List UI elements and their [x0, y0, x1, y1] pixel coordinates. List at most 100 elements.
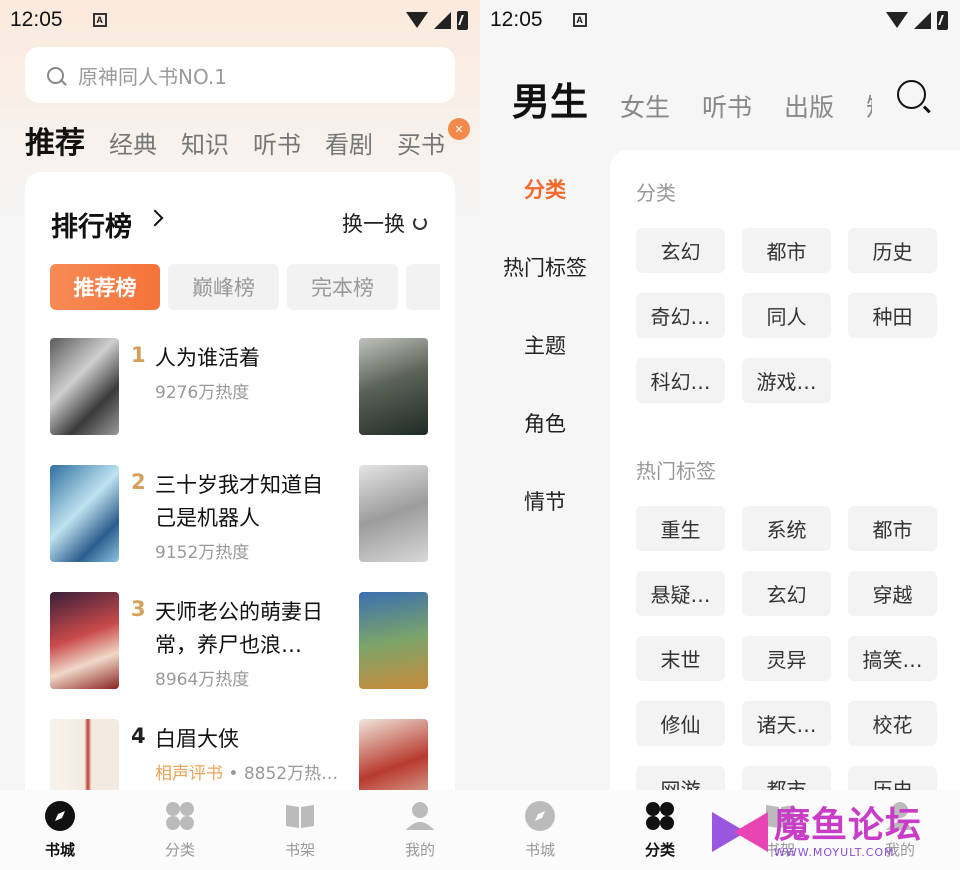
book-icon: [284, 800, 316, 832]
chevron-right-icon[interactable]: [146, 209, 164, 227]
tag-button[interactable]: 悬疑…: [636, 571, 725, 616]
book-cover: [50, 592, 119, 689]
tag-button[interactable]: 玄幻: [742, 571, 831, 616]
notification-a-icon: A: [572, 13, 587, 27]
book-title: 白眉大侠: [155, 727, 239, 751]
book-cover: [359, 338, 428, 435]
tab-classic[interactable]: 经典: [109, 125, 157, 168]
refresh-label: 换一换: [342, 212, 405, 236]
sidebar-item-category[interactable]: 分类: [480, 150, 610, 228]
book-title: 三十岁我才知道自己是机器人: [155, 473, 323, 530]
bottom-nav: 书城 分类 书架 我的: [0, 790, 480, 870]
nav-label: 分类: [644, 841, 675, 859]
book-heat-value: • 8852万热…: [223, 764, 339, 784]
nav-bookshelf[interactable]: 书架: [240, 790, 360, 870]
tab-buy-books[interactable]: 买书: [397, 125, 445, 168]
tag-button[interactable]: 系统: [742, 506, 831, 551]
sidebar-item-character[interactable]: 角色: [480, 384, 610, 462]
signal-icon: [434, 11, 451, 29]
rank-tab-peak[interactable]: 巅峰榜: [168, 264, 279, 310]
book-heat: 8964万热度: [155, 670, 250, 690]
list-item[interactable]: 2 三十岁我才知道自己是机器人 9152万热度: [50, 465, 455, 592]
nav-label: 书城: [44, 841, 75, 859]
tag-button[interactable]: 诸天…: [742, 701, 831, 746]
nav-bookstore[interactable]: 书城: [480, 790, 600, 870]
watermark-url: WWW.MOYULT.COM: [774, 845, 895, 859]
ranking-tabs: 推荐榜 巅峰榜 完本榜 口: [50, 264, 440, 312]
refresh-button[interactable]: 换一换: [342, 208, 427, 238]
tag-button[interactable]: 穿越: [848, 571, 937, 616]
sidebar-item-theme[interactable]: 主题: [480, 306, 610, 384]
grid-icon: [164, 800, 196, 832]
section-title: 热门标签: [636, 459, 716, 483]
tag-button[interactable]: 修仙: [636, 701, 725, 746]
tag-button[interactable]: 游戏…: [742, 358, 831, 403]
book-title: 人为谁活着: [155, 346, 260, 370]
nav-profile[interactable]: 我的: [360, 790, 480, 870]
tag-button[interactable]: 灵异: [742, 636, 831, 681]
tag-button[interactable]: 科幻…: [636, 358, 725, 403]
tag-button[interactable]: 都市: [848, 506, 937, 551]
nav-label: 分类: [164, 841, 195, 859]
tag-button[interactable]: 玄幻: [636, 228, 725, 273]
book-category: 相声评书: [155, 764, 223, 784]
nav-bookstore[interactable]: 书城: [0, 790, 120, 870]
sidebar-item-plot[interactable]: 情节: [480, 462, 610, 540]
book-title: 天师老公的萌妻日常，养尸也浪…: [155, 600, 323, 657]
rank-tab-completed[interactable]: 完本榜: [287, 264, 398, 310]
gender-tabs: 男生 女生 听书 出版 短: [512, 70, 872, 130]
book-cover: [359, 465, 428, 562]
tab-badge-icon: ✕: [448, 118, 470, 140]
tab-drama[interactable]: 看剧: [325, 125, 373, 168]
category-sidebar: 分类 热门标签 主题 角色 情节: [480, 150, 610, 540]
hot-tag-grid: 重生 系统 都市 悬疑… 玄幻 穿越 末世 灵异 搞笑… 修仙 诸天… 校花 网…: [636, 506, 946, 811]
nav-category[interactable]: 分类: [120, 790, 240, 870]
search-icon[interactable]: [897, 80, 926, 109]
tag-button[interactable]: 校花: [848, 701, 937, 746]
tab-knowledge[interactable]: 知识: [181, 125, 229, 168]
user-icon: [404, 800, 436, 832]
battery-icon: [937, 10, 948, 30]
tab-audiobook[interactable]: 听书: [702, 88, 752, 130]
book-cover: [359, 592, 428, 689]
tag-button[interactable]: 末世: [636, 636, 725, 681]
compass-icon: [524, 800, 556, 832]
tab-female[interactable]: 女生: [620, 88, 670, 130]
tag-button[interactable]: 同人: [742, 293, 831, 338]
tag-button[interactable]: 历史: [848, 228, 937, 273]
book-heat: 相声评书 • 8852万热…: [155, 759, 338, 784]
tag-button[interactable]: 种田: [848, 293, 937, 338]
list-item[interactable]: 1 人为谁活着 9276万热度: [50, 338, 455, 465]
ranking-list: 1 人为谁活着 9276万热度 2 三十岁我才知道自己是机器人 9152万热度 …: [50, 338, 455, 812]
rank-tab-more[interactable]: 口: [406, 264, 440, 310]
wifi-icon: [886, 12, 908, 28]
tag-button[interactable]: 奇幻…: [636, 293, 725, 338]
status-bar: 12:05 A: [0, 0, 480, 40]
tab-published[interactable]: 出版: [784, 88, 834, 130]
book-heat: 9276万热度: [155, 383, 250, 403]
status-bar: 12:05 A: [480, 0, 960, 40]
tag-button[interactable]: 搞笑…: [848, 636, 937, 681]
rank-number: 4: [131, 724, 146, 748]
list-item[interactable]: 3 天师老公的萌妻日常，养尸也浪… 8964万热度: [50, 592, 455, 719]
tab-short[interactable]: 短: [866, 88, 872, 130]
ranking-title[interactable]: 排行榜: [51, 205, 132, 244]
book-cover: [50, 465, 119, 562]
search-input[interactable]: 原神同人书NO.1: [25, 47, 455, 103]
fish-logo-icon: [712, 807, 770, 857]
rank-tab-recommend[interactable]: 推荐榜: [50, 264, 160, 310]
book-cover: [50, 338, 119, 435]
watermark-logo: 魔鱼论坛 WWW.MOYULT.COM: [712, 794, 960, 870]
sidebar-item-hot-tags[interactable]: 热门标签: [480, 228, 610, 306]
nav-category[interactable]: 分类: [600, 790, 720, 870]
tab-audiobook[interactable]: 听书: [253, 125, 301, 168]
tag-button[interactable]: 都市: [742, 228, 831, 273]
tab-recommend[interactable]: 推荐: [25, 118, 85, 168]
category-panel: 分类 玄幻 都市 历史 奇幻… 同人 种田 科幻… 游戏… 热门标签 重生 系统…: [610, 150, 960, 850]
search-placeholder: 原神同人书NO.1: [78, 64, 227, 89]
ranking-card: 排行榜 换一换 推荐榜 巅峰榜 完本榜 口 1 人为谁活着 9276万热度 2 …: [25, 172, 455, 812]
nav-label: 书城: [524, 841, 555, 859]
tab-male[interactable]: 男生: [512, 71, 588, 130]
tag-button[interactable]: 重生: [636, 506, 725, 551]
rank-number: 1: [131, 343, 146, 367]
